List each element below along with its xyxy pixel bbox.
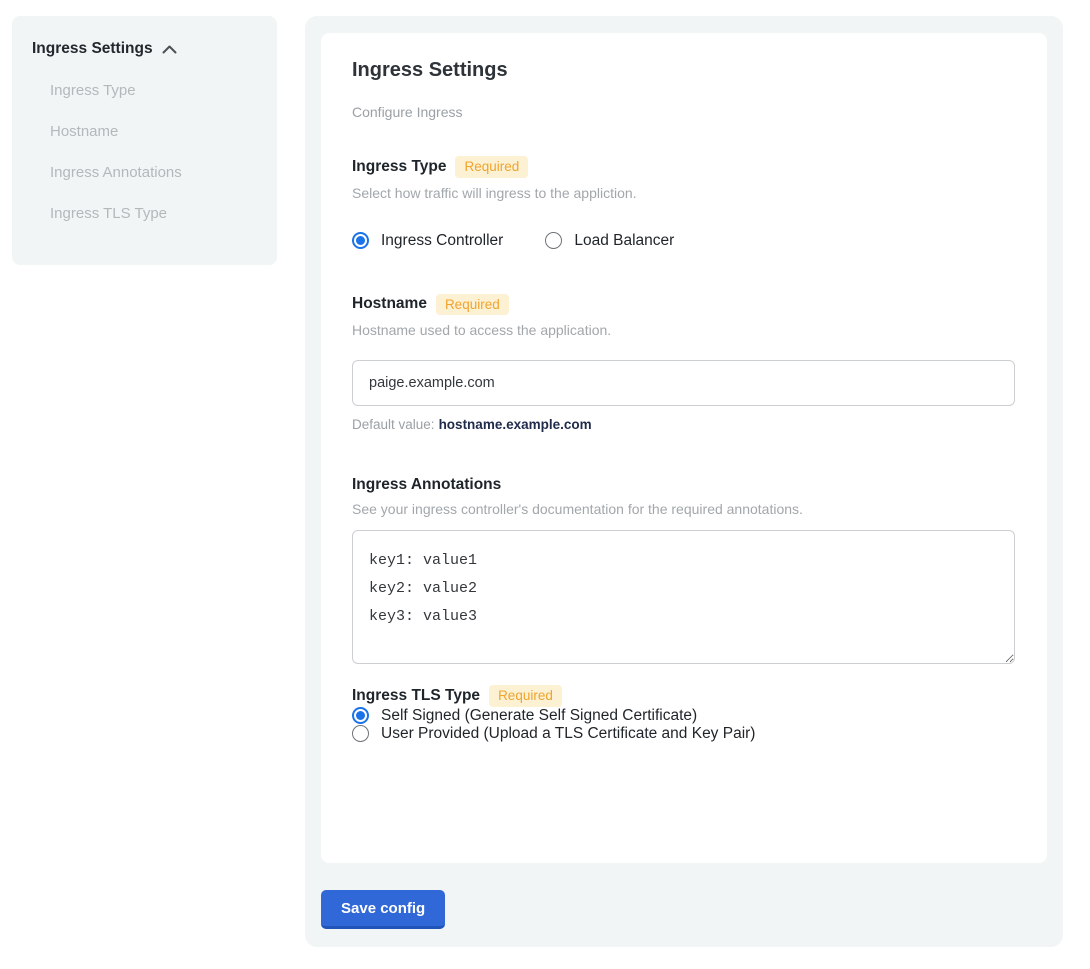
hostname-description: Hostname used to access the application. — [352, 322, 1016, 338]
radio-selected-icon[interactable] — [352, 232, 369, 249]
ingress-settings-card: Ingress Settings Configure Ingress Ingre… — [321, 33, 1047, 863]
sidebar-item-ingress-type[interactable]: Ingress Type — [50, 82, 257, 99]
hostname-label: Hostname — [352, 295, 427, 313]
ingress-settings-panel: Ingress Settings Configure Ingress Ingre… — [305, 16, 1063, 947]
sidebar-item-ingress-annotations[interactable]: Ingress Annotations — [50, 164, 257, 181]
settings-sidebar: Ingress Settings Ingress Type Hostname I… — [12, 16, 277, 265]
sidebar-item-hostname[interactable]: Hostname — [50, 123, 257, 140]
ingress-type-description: Select how traffic will ingress to the a… — [352, 185, 1016, 201]
page-subtitle: Configure Ingress — [352, 104, 1016, 120]
default-value-text: hostname.example.com — [439, 417, 592, 432]
sidebar-item-ingress-tls-type[interactable]: Ingress TLS Type — [50, 205, 257, 222]
radio-unselected-icon[interactable] — [545, 232, 562, 249]
required-badge: Required — [436, 294, 509, 316]
ingress-annotations-description: See your ingress controller's documentat… — [352, 501, 1016, 517]
hostname-input[interactable] — [352, 360, 1015, 406]
ingress-type-label: Ingress Type — [352, 158, 446, 176]
ingress-tls-type-section: Ingress TLS Type Required Self Signed (G… — [352, 685, 1016, 743]
required-badge: Required — [489, 685, 562, 707]
radio-label[interactable]: Load Balancer — [574, 232, 674, 250]
save-config-button[interactable]: Save config — [321, 890, 445, 929]
radio-unselected-icon[interactable] — [352, 725, 369, 742]
radio-option-user-provided[interactable]: User Provided (Upload a TLS Certificate … — [352, 725, 1016, 743]
sidebar-header-label: Ingress Settings — [32, 40, 153, 58]
radio-label[interactable]: Ingress Controller — [381, 232, 503, 250]
hostname-section: Hostname Required Hostname used to acces… — [352, 294, 1016, 433]
radio-option-ingress-controller[interactable]: Ingress Controller — [352, 232, 503, 250]
hostname-default-line: Default value: hostname.example.com — [352, 417, 1016, 432]
ingress-type-section: Ingress Type Required Select how traffic… — [352, 156, 1016, 250]
ingress-annotations-label: Ingress Annotations — [352, 476, 501, 494]
radio-selected-icon[interactable] — [352, 707, 369, 724]
page-title: Ingress Settings — [352, 59, 1016, 82]
required-badge: Required — [455, 156, 528, 178]
chevron-up-icon — [162, 45, 177, 54]
ingress-annotations-section: Ingress Annotations See your ingress con… — [352, 476, 1016, 664]
sidebar-item-list: Ingress Type Hostname Ingress Annotation… — [50, 82, 257, 222]
default-value-prefix: Default value: — [352, 417, 435, 432]
ingress-tls-type-label: Ingress TLS Type — [352, 687, 480, 705]
radio-label[interactable]: User Provided (Upload a TLS Certificate … — [381, 725, 755, 743]
ingress-annotations-textarea[interactable]: key1: value1 key2: value2 key3: value3 — [352, 530, 1015, 664]
radio-option-load-balancer[interactable]: Load Balancer — [545, 232, 674, 250]
radio-label[interactable]: Self Signed (Generate Self Signed Certif… — [381, 707, 697, 725]
radio-option-self-signed[interactable]: Self Signed (Generate Self Signed Certif… — [352, 707, 1016, 725]
sidebar-header-ingress-settings[interactable]: Ingress Settings — [32, 40, 257, 58]
